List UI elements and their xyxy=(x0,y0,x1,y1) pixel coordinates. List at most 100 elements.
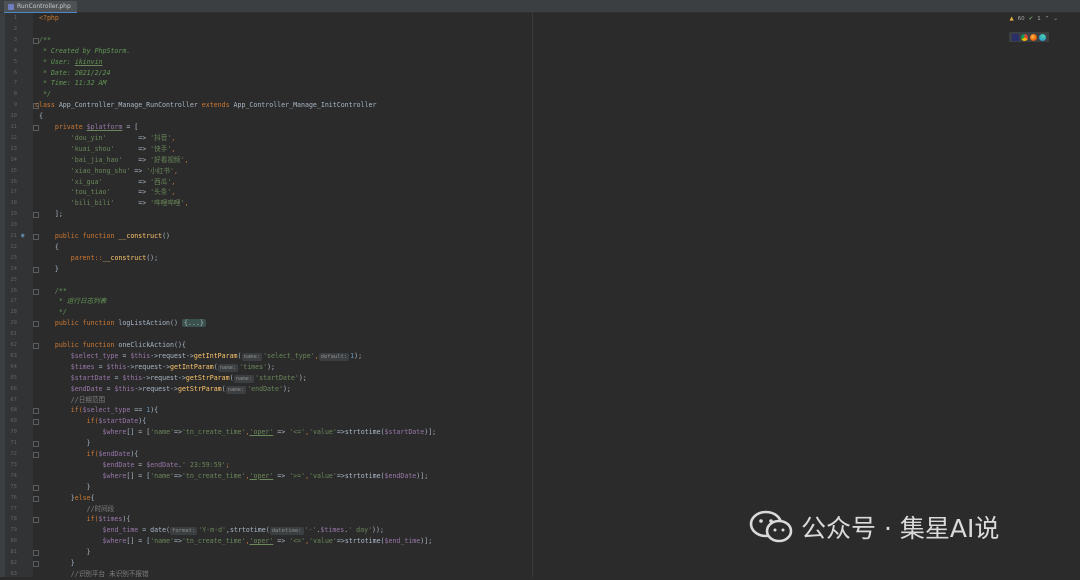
line-number: 76 xyxy=(10,494,17,501)
code-line: */ xyxy=(39,90,51,99)
code-line: * Time: 11:32 AM xyxy=(39,79,107,88)
watermark-text: 公众号 · 集星AI说 xyxy=(801,514,1000,543)
editor-tab-bar: RunController.php xyxy=(0,0,1080,13)
line-number: 4 xyxy=(13,47,17,54)
line-number: 9 xyxy=(13,102,17,109)
line-number: 13 xyxy=(10,145,17,152)
tab-runcontroller[interactable]: RunController.php xyxy=(4,1,77,13)
line-number: 21 xyxy=(10,233,17,239)
line-number: 19 xyxy=(10,211,17,218)
code-line: public function logListAction() {...} xyxy=(39,319,206,328)
code-line: //识别平台 未识别不报错 xyxy=(39,569,149,578)
code-line: if($endDate){ xyxy=(39,450,139,458)
code-line: } xyxy=(39,482,91,491)
line-number: 5 xyxy=(13,58,17,65)
code-line: public function oneClickAction(){ xyxy=(39,341,186,349)
chevron-down-icon[interactable]: ⌄ xyxy=(1053,16,1058,22)
code-line: } xyxy=(39,559,75,567)
code-line: /** xyxy=(39,35,51,44)
line-number: 27 xyxy=(10,298,17,305)
line-number: 1 xyxy=(13,15,17,21)
line-number: 16 xyxy=(10,178,17,185)
code-line: //时间段 xyxy=(39,504,115,513)
line-number: 28 xyxy=(10,309,17,316)
line-number: 69 xyxy=(10,418,17,425)
editor-right-pane: ▲ 60 ✔ 1 ⌃ ⌄ xyxy=(533,13,1080,577)
line-number: 18 xyxy=(10,200,17,207)
param-hint: name: xyxy=(241,352,263,361)
line-number: 20 xyxy=(10,222,17,229)
firefox-icon[interactable] xyxy=(1030,33,1037,41)
line-number: 73 xyxy=(10,461,17,468)
typo-count: 1 xyxy=(1037,16,1041,22)
line-number: 66 xyxy=(10,385,17,392)
line-number: 68 xyxy=(10,407,17,414)
code-line: } xyxy=(39,548,91,557)
param-hint: datetime: xyxy=(269,527,304,536)
code-line: * 运行日志列表 xyxy=(39,297,107,306)
code-line: { xyxy=(39,242,59,251)
chevron-up-icon[interactable]: ⌃ xyxy=(1045,16,1050,22)
line-number: 71 xyxy=(10,440,17,447)
code-line: $times = $this->request->getIntParam(nam… xyxy=(70,362,276,372)
code-line: * Date: 2021/2/24 xyxy=(39,68,111,77)
line-number: 65 xyxy=(10,374,17,381)
code-line: $where[] = ['name'=>'tn_create_time','op… xyxy=(102,471,429,480)
code-line: 'xiao_hong_shu' => '小红书', xyxy=(39,166,178,175)
code-line: if($times){ xyxy=(39,515,131,524)
code-line: public function __construct() xyxy=(39,232,171,240)
code-line: ]; xyxy=(39,210,63,219)
code-line: 'tou_tiao' => '头条', xyxy=(39,188,176,197)
line-number: 75 xyxy=(10,483,17,490)
line-number: 67 xyxy=(10,396,17,403)
line-number: 82 xyxy=(10,560,17,566)
line-number: 80 xyxy=(10,538,17,545)
edge-icon[interactable] xyxy=(1039,33,1046,41)
line-number: 24 xyxy=(10,265,17,272)
code-line: /** xyxy=(39,286,67,295)
line-number: 14 xyxy=(10,156,17,163)
code-line: 'kuai_shou' => '快手', xyxy=(39,144,176,153)
line-number: 7 xyxy=(13,80,17,87)
code-line: $startDate = $this->request->getStrParam… xyxy=(70,373,307,383)
line-number: 29 xyxy=(10,320,17,327)
line-number: 81 xyxy=(10,549,17,556)
line-number: 10 xyxy=(10,113,17,120)
warning-icon: ▲ xyxy=(1009,16,1014,22)
code-line: parent::__construct(); xyxy=(39,253,159,262)
line-number: 63 xyxy=(10,352,17,359)
tab-label: RunController.php xyxy=(17,3,71,10)
line-number-gutter: 1 2 3 4 5 6 7 8 9 10 11 12 13 14 15 16 17 18 19 20 21 22 23 24 2… xyxy=(5,13,39,577)
param-hint: name: xyxy=(233,374,255,383)
line-number: 8 xyxy=(13,91,17,98)
line-number: 22 xyxy=(10,243,17,250)
line-number: 11 xyxy=(10,124,17,130)
line-number: 12 xyxy=(10,134,17,141)
code-editor[interactable]: <?php /** * Created by PhpStorm. * User:… xyxy=(35,13,532,578)
line-number: 3 xyxy=(13,36,17,43)
line-number: 74 xyxy=(10,472,17,479)
code-line: private $platform = [ xyxy=(39,123,139,131)
code-line: 'xi_gua' => '西瓜', xyxy=(39,177,176,186)
phpstorm-icon[interactable] xyxy=(1012,33,1019,41)
overrides-icon[interactable]: ◉ xyxy=(21,232,25,239)
line-number: 83 xyxy=(10,570,17,577)
inspection-widget[interactable]: ▲ 60 ✔ 1 ⌃ ⌄ xyxy=(1009,16,1058,22)
code-line: */ xyxy=(39,308,67,317)
code-line: 'dou_yin' => '抖音', xyxy=(39,133,176,142)
code-line: * User: ikinvin xyxy=(39,57,103,66)
wechat-watermark: 公众号 · 集星AI说 xyxy=(749,509,999,545)
code-line: } xyxy=(39,439,91,448)
line-number: 15 xyxy=(10,167,17,174)
code-line: * Created by PhpStorm. xyxy=(39,46,131,55)
code-line: if($startDate){ xyxy=(39,417,147,426)
code-line: 'bili_bili' => '哔哩哔哩', xyxy=(39,199,189,208)
browser-popup xyxy=(1009,32,1049,42)
chrome-icon[interactable] xyxy=(1021,33,1028,41)
code-line: //日期范围 xyxy=(39,395,106,404)
code-line: if($select_type == 1){ xyxy=(39,406,159,415)
folded-code-block[interactable]: {...} xyxy=(181,319,206,328)
line-number: 70 xyxy=(10,429,17,436)
code-line: }else{ xyxy=(39,493,95,502)
typo-icon: ✔ xyxy=(1028,16,1034,22)
